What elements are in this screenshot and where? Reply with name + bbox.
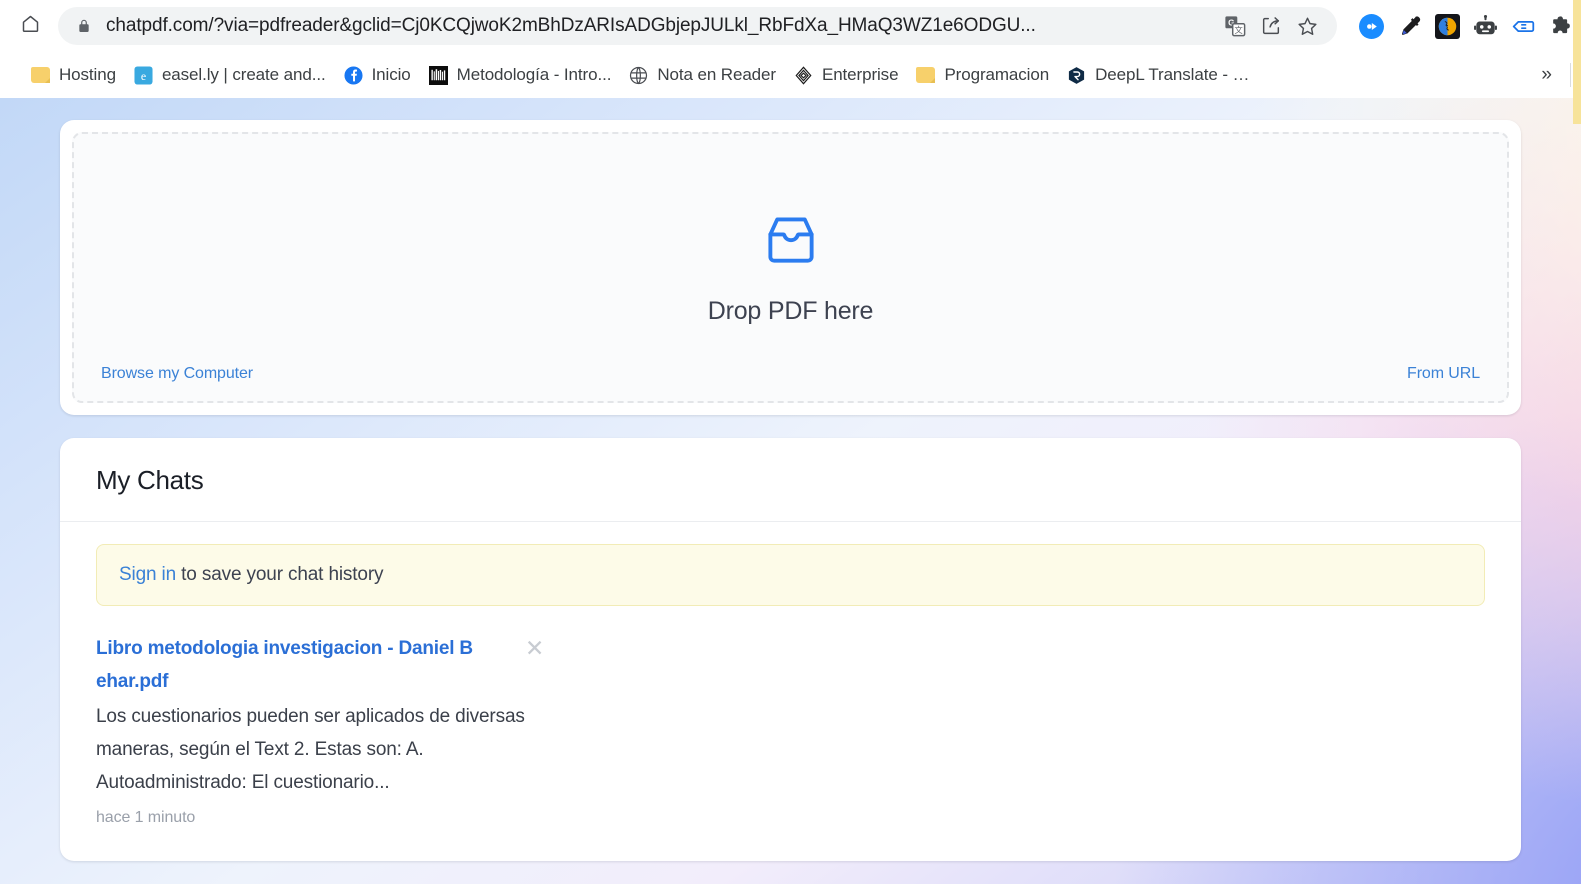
inbox-tray-icon xyxy=(761,210,821,275)
my-chats-card: My Chats Sign in to save your chat histo… xyxy=(60,438,1521,862)
bookmarks-bar: Hosting e easel.ly | create and... Inici… xyxy=(0,52,1581,98)
bookmark-metodologia[interactable]: Metodología - Intro... xyxy=(420,60,621,90)
bookmark-programacion[interactable]: Programacion xyxy=(907,60,1058,90)
bookmark-label: easel.ly | create and... xyxy=(161,65,326,84)
close-icon[interactable]: ✕ xyxy=(525,633,544,664)
upload-card: Drop PDF here Browse my Computer From UR… xyxy=(60,120,1521,415)
chat-title-row: Libro metodologia investigacion - Daniel… xyxy=(96,633,576,698)
pdf-dropzone[interactable]: Drop PDF here Browse my Computer From UR… xyxy=(72,132,1509,403)
star-icon[interactable] xyxy=(1291,10,1323,42)
google-translate-icon[interactable]: G 文 xyxy=(1219,10,1251,42)
browser-chrome: chatpdf.com/?via=pdfreader&gclid=Cj0KCQj… xyxy=(0,0,1581,98)
bookmarks-overflow-button[interactable]: » xyxy=(1529,60,1564,90)
bookmark-label: Metodología - Intro... xyxy=(456,65,612,84)
share-icon[interactable] xyxy=(1255,10,1287,42)
blue-tag-icon[interactable] xyxy=(1509,12,1537,40)
sign-in-link[interactable]: Sign in xyxy=(119,564,176,585)
bookmark-label: Nota en Reader xyxy=(657,65,776,84)
signin-banner: Sign in to save your chat history xyxy=(96,544,1485,606)
my-chats-body: Sign in to save your chat history Libro … xyxy=(60,522,1521,861)
bookmark-hosting[interactable]: Hosting xyxy=(22,60,125,90)
bookmark-deepl[interactable]: DeepL Translate - El... xyxy=(1058,60,1268,90)
page-content: Drop PDF here Browse my Computer From UR… xyxy=(0,98,1581,884)
browse-my-computer-link[interactable]: Browse my Computer xyxy=(101,365,253,383)
bookmark-label: DeepL Translate - El... xyxy=(1095,65,1260,84)
globe-favicon xyxy=(629,66,648,85)
deepl-favicon xyxy=(1067,66,1086,85)
browser-toolbar: chatpdf.com/?via=pdfreader&gclid=Cj0KCQj… xyxy=(0,0,1581,52)
brain-extension-icon[interactable] xyxy=(1433,12,1461,40)
list-item[interactable]: Libro metodologia investigacion - Daniel… xyxy=(96,633,576,827)
from-url-link[interactable]: From URL xyxy=(1407,365,1480,383)
home-icon xyxy=(20,13,41,39)
extension-icons xyxy=(1345,12,1575,40)
easelly-favicon: e xyxy=(134,65,153,85)
bookmark-label: Hosting xyxy=(59,65,116,84)
bookmark-inicio[interactable]: Inicio xyxy=(335,60,420,90)
enterprise-favicon xyxy=(794,65,813,85)
my-chats-header: My Chats xyxy=(60,438,1521,522)
chat-timestamp: hace 1 minuto xyxy=(96,809,196,827)
svg-text:文: 文 xyxy=(1235,25,1243,35)
blue-circle-extension-icon[interactable] xyxy=(1357,12,1385,40)
omnibox-actions: G 文 xyxy=(1219,10,1323,42)
puzzle-piece-icon[interactable] xyxy=(1547,12,1575,40)
folder-icon xyxy=(31,66,50,85)
robot-icon[interactable] xyxy=(1471,12,1499,40)
address-bar[interactable]: chatpdf.com/?via=pdfreader&gclid=Cj0KCQj… xyxy=(58,7,1337,45)
facebook-favicon xyxy=(344,65,363,85)
metodologia-favicon xyxy=(428,65,448,85)
bookmarks-divider xyxy=(1570,63,1571,87)
page-title: My Chats xyxy=(96,465,204,495)
bookmark-label: Inicio xyxy=(371,65,411,84)
folder-icon xyxy=(916,66,936,85)
bookmark-label: Enterprise xyxy=(821,65,899,84)
drop-instruction-text: Drop PDF here xyxy=(707,296,874,325)
svg-text:e: e xyxy=(141,68,146,82)
chat-snippet: Los cuestionarios pueden ser aplicados d… xyxy=(96,706,525,793)
chat-document-link[interactable]: Libro metodologia investigacion - Daniel… xyxy=(96,633,516,698)
bookmark-enterprise[interactable]: Enterprise xyxy=(785,60,907,90)
home-button[interactable] xyxy=(8,4,52,48)
bookmark-label: Programacion xyxy=(944,65,1050,84)
url-text: chatpdf.com/?via=pdfreader&gclid=Cj0KCQj… xyxy=(106,15,1036,36)
eyedropper-icon[interactable] xyxy=(1395,12,1423,40)
bookmark-nota-en-reader[interactable]: Nota en Reader xyxy=(620,60,785,90)
signin-banner-text: to save your chat history xyxy=(176,564,384,585)
lock-icon xyxy=(76,18,92,35)
bookmark-easelly[interactable]: e easel.ly | create and... xyxy=(125,60,335,90)
